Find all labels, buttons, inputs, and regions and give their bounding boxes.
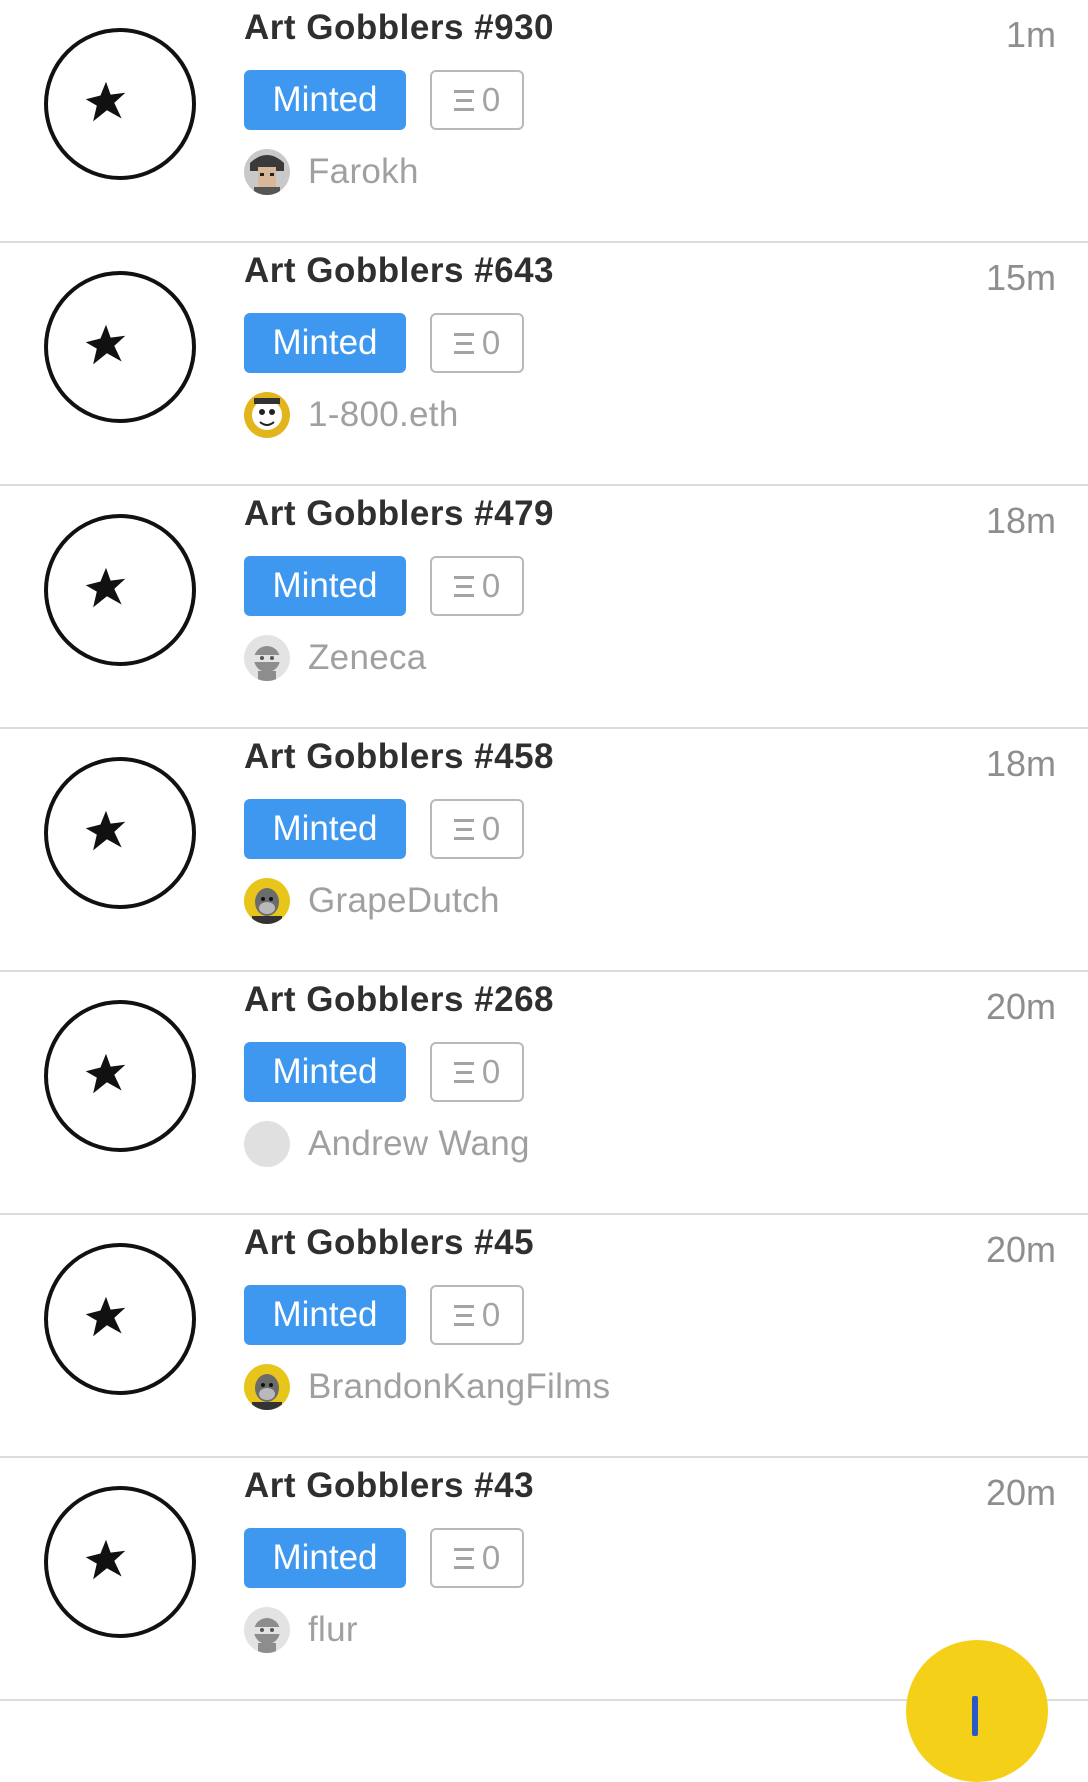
eth-icon <box>453 1546 474 1570</box>
nft-thumbnail[interactable] <box>44 1486 196 1638</box>
timestamp: 20m <box>985 986 1056 1027</box>
eth-icon <box>453 574 474 598</box>
list-item[interactable]: Art Gobblers #45 20m Minted 0 BrandonKangFil… <box>0 1215 1088 1458</box>
status-badge: Minted <box>244 556 406 616</box>
status-badge: Minted <box>244 1042 406 1102</box>
nft-thumbnail[interactable] <box>44 28 196 180</box>
nft-thumbnail[interactable] <box>44 514 196 666</box>
status-badge: Minted <box>244 313 406 373</box>
list-item[interactable]: Art Gobblers #930 1m Minted 0 Farokh <box>0 0 1088 243</box>
nft-title[interactable]: Art Gobblers #45 <box>244 1223 534 1263</box>
username[interactable]: Farokh <box>308 152 419 192</box>
eth-icon <box>453 1303 474 1327</box>
art-gobbler-star-icon <box>85 1296 126 1337</box>
art-gobbler-star-icon <box>85 1053 126 1094</box>
nft-thumbnail[interactable] <box>44 1243 196 1395</box>
user-link[interactable]: GrapeDutch <box>244 877 500 925</box>
eth-icon <box>453 88 474 112</box>
nft-thumbnail[interactable] <box>44 271 196 423</box>
list-item[interactable]: Art Gobblers #268 20m Minted 0 Andrew Wang <box>0 972 1088 1215</box>
price-badge: 0 <box>430 1285 524 1345</box>
username[interactable]: flur <box>308 1610 358 1650</box>
nft-title[interactable]: Art Gobblers #43 <box>244 1466 534 1506</box>
timestamp: 15m <box>985 257 1056 298</box>
cartoon-avatar-icon <box>244 392 290 438</box>
timestamp: 18m <box>985 743 1056 784</box>
default-ninja-avatar-icon <box>244 635 290 681</box>
price-badge: 0 <box>430 1042 524 1102</box>
price-badge: 0 <box>430 70 524 130</box>
eth-icon <box>453 331 474 355</box>
username[interactable]: 1-800.eth <box>308 395 459 435</box>
price-value: 0 <box>481 810 501 847</box>
status-badge: Minted <box>244 799 406 859</box>
eth-icon <box>453 817 474 841</box>
art-gobbler-star-icon <box>85 1539 126 1580</box>
blank-avatar-icon <box>244 1121 290 1167</box>
punk-avatar-icon <box>244 149 290 195</box>
nft-title[interactable]: Art Gobblers #930 <box>244 8 554 48</box>
fab-icon <box>972 1696 978 1736</box>
art-gobbler-star-icon <box>85 81 126 122</box>
user-link[interactable]: Andrew Wang <box>244 1120 530 1168</box>
floating-action-button[interactable] <box>906 1640 1048 1782</box>
user-link[interactable]: flur <box>244 1606 358 1654</box>
art-gobbler-star-icon <box>85 567 126 608</box>
activity-feed: Art Gobblers #930 1m Minted 0 Farokh Art Gobb… <box>0 0 1088 1701</box>
nft-title[interactable]: Art Gobblers #268 <box>244 980 554 1020</box>
nft-title[interactable]: Art Gobblers #458 <box>244 737 554 777</box>
timestamp: 20m <box>985 1472 1056 1513</box>
price-badge: 0 <box>430 1528 524 1588</box>
price-value: 0 <box>481 1053 501 1090</box>
user-link[interactable]: 1-800.eth <box>244 391 459 439</box>
price-value: 0 <box>481 324 501 361</box>
art-gobbler-star-icon <box>85 810 126 851</box>
nft-thumbnail[interactable] <box>44 1000 196 1152</box>
price-badge: 0 <box>430 799 524 859</box>
username[interactable]: Andrew Wang <box>308 1124 530 1164</box>
default-ninja-avatar-icon <box>244 1607 290 1653</box>
username[interactable]: GrapeDutch <box>308 881 500 921</box>
art-gobbler-star-icon <box>85 324 126 365</box>
nft-title[interactable]: Art Gobblers #479 <box>244 494 554 534</box>
timestamp: 1m <box>1005 14 1056 55</box>
ape-avatar-icon <box>244 1364 290 1410</box>
price-value: 0 <box>481 567 501 604</box>
list-item[interactable]: Art Gobblers #479 18m Minted 0 Zeneca <box>0 486 1088 729</box>
price-badge: 0 <box>430 313 524 373</box>
user-link[interactable]: BrandonKangFilms <box>244 1363 610 1411</box>
price-value: 0 <box>481 1296 501 1333</box>
nft-title[interactable]: Art Gobblers #643 <box>244 251 554 291</box>
timestamp: 20m <box>985 1229 1056 1270</box>
status-badge: Minted <box>244 1285 406 1345</box>
ape-avatar-icon <box>244 878 290 924</box>
nft-thumbnail[interactable] <box>44 757 196 909</box>
user-link[interactable]: Farokh <box>244 148 419 196</box>
status-badge: Minted <box>244 1528 406 1588</box>
user-link[interactable]: Zeneca <box>244 634 427 682</box>
username[interactable]: Zeneca <box>308 638 427 678</box>
username[interactable]: BrandonKangFilms <box>308 1367 610 1407</box>
price-value: 0 <box>481 81 501 118</box>
eth-icon <box>453 1060 474 1084</box>
price-badge: 0 <box>430 556 524 616</box>
status-badge: Minted <box>244 70 406 130</box>
list-item[interactable]: Art Gobblers #458 18m Minted 0 GrapeDutch <box>0 729 1088 972</box>
timestamp: 18m <box>985 500 1056 541</box>
list-item[interactable]: Art Gobblers #643 15m Minted 0 1-800.eth <box>0 243 1088 486</box>
price-value: 0 <box>481 1539 501 1576</box>
